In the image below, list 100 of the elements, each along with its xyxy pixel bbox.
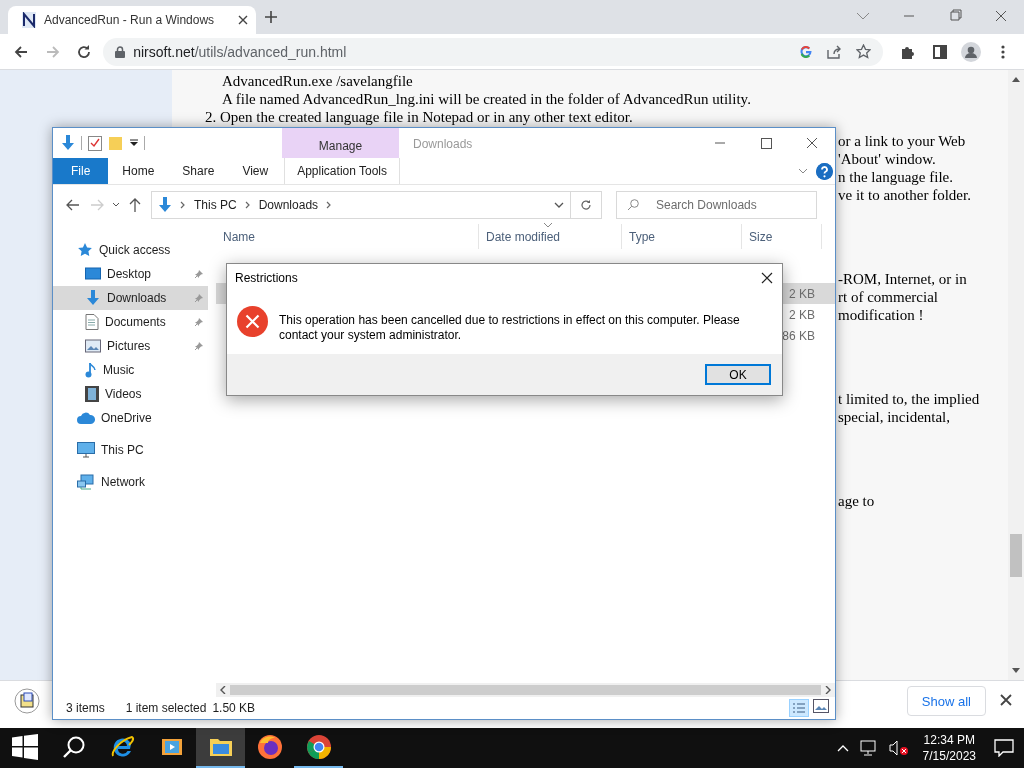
breadcrumb-item[interactable]: This PC <box>194 197 237 212</box>
nav-item[interactable]: Downloads <box>53 286 208 310</box>
caret-icon[interactable] <box>112 201 120 208</box>
download-icon <box>158 196 172 213</box>
status-text: 3 items <box>66 701 105 715</box>
address-bar[interactable]: nirsoft.net/utils/advanced_run.html <box>103 37 884 66</box>
page-text: special, incidental, <box>838 408 952 426</box>
pin-icon[interactable] <box>194 317 204 327</box>
picture-icon <box>85 339 101 353</box>
scroll-thumb[interactable] <box>230 685 821 695</box>
status-text: 1 item selected <box>125 701 207 715</box>
chevron-down-icon[interactable] <box>798 168 808 174</box>
computer-icon <box>77 442 95 458</box>
firefox-icon[interactable] <box>256 734 283 760</box>
page-text: age to <box>838 492 876 510</box>
scroll-thumb[interactable] <box>1010 534 1022 577</box>
chevron-icon <box>179 200 187 209</box>
column-header[interactable]: Name <box>216 224 479 249</box>
nav-item[interactable]: Documents <box>53 310 208 334</box>
folder-icon[interactable] <box>208 736 233 758</box>
context-group-label: Manage <box>282 128 399 158</box>
page-text: A file named AdvancedRun_lng.ini will be created in the folder of AdvancedRun utility. <box>222 90 752 108</box>
page-text: or a link to your Web <box>838 132 967 150</box>
ribbon-tab[interactable]: View <box>228 158 283 184</box>
cloud-icon <box>77 412 95 424</box>
size-cell-text: 86 KB <box>781 328 816 343</box>
nav-item[interactable]: Desktop <box>53 262 208 286</box>
page-text: n the language file. <box>838 168 954 186</box>
error-icon <box>237 306 268 337</box>
ribbon-tab[interactable]: Home <box>108 158 169 184</box>
close-icon[interactable] <box>761 272 773 284</box>
chevron-up-icon[interactable] <box>836 744 849 752</box>
nav-item[interactable]: Pictures <box>53 334 208 358</box>
arrow-left-icon[interactable] <box>220 686 226 694</box>
arrow-right-icon[interactable] <box>825 686 831 694</box>
arrow-up-icon[interactable] <box>1012 76 1020 82</box>
nav-item[interactable]: Music <box>53 358 208 382</box>
chevron-down-icon[interactable] <box>554 201 564 208</box>
pin-icon[interactable] <box>194 269 204 279</box>
size-cell-text: 2 KB <box>788 286 816 301</box>
search-icon[interactable] <box>61 735 86 759</box>
page-text: rt of commercial <box>838 288 939 306</box>
page-text: ve it to another folder. <box>838 186 972 204</box>
sort-caret-icon <box>543 222 553 228</box>
nav-item[interactable]: OneDrive <box>53 406 216 430</box>
close-icon[interactable] <box>1000 694 1012 706</box>
column-header[interactable]: Type <box>622 224 742 249</box>
close-icon[interactable] <box>238 15 248 25</box>
error-message: This operation has been cancelled due to restrictions in effect on this computer. Please contact your system administrator. <box>279 312 741 343</box>
nav-item[interactable]: This PC <box>53 438 216 462</box>
tab-title: AdvancedRun - Run a Windows <box>44 13 216 27</box>
star-icon[interactable] <box>856 44 872 59</box>
ribbon-tab[interactable]: File <box>53 158 109 184</box>
volume-muted-icon[interactable] <box>888 740 909 756</box>
notification-icon[interactable] <box>994 739 1014 757</box>
dialog-title: Restrictions <box>235 271 298 285</box>
windows-icon[interactable] <box>11 734 38 760</box>
scrollbar[interactable] <box>1008 70 1024 680</box>
breadcrumb-item[interactable]: Downloads <box>258 197 319 212</box>
download-icon[interactable] <box>61 135 75 151</box>
clock[interactable]: 12:34 PM 7/15/2023 <box>922 732 976 764</box>
arrow-down-icon[interactable] <box>1012 668 1020 674</box>
address-field[interactable]: This PC Downloads <box>151 190 571 219</box>
size-cell-text: 2 KB <box>788 307 816 322</box>
refresh-button[interactable] <box>571 190 602 219</box>
column-header[interactable]: Size <box>742 224 822 249</box>
star-icon <box>77 242 93 258</box>
favicon-icon <box>22 12 36 28</box>
pin-icon[interactable] <box>194 341 204 351</box>
nav-item[interactable]: Videos <box>53 382 208 406</box>
url-text: nirsoft.net/utils/advanced_run.html <box>133 43 347 60</box>
lock-icon <box>115 45 126 58</box>
ok-button[interactable]: OK <box>705 364 771 385</box>
dropdown-icon[interactable] <box>130 139 138 147</box>
chrome-icon[interactable] <box>305 734 332 760</box>
search-field[interactable]: Search Downloads <box>616 190 817 219</box>
share-icon[interactable] <box>827 44 843 59</box>
ribbon-tab[interactable]: Share <box>168 158 229 184</box>
large-icons-view-icon[interactable] <box>813 699 829 713</box>
download-icon <box>85 290 101 306</box>
up-icon[interactable] <box>129 197 141 212</box>
help-icon[interactable] <box>816 162 833 180</box>
music-note-icon <box>85 362 97 378</box>
archive-icon[interactable] <box>14 688 40 714</box>
nav-item[interactable]: Network <box>53 470 216 494</box>
network-icon[interactable] <box>858 740 879 756</box>
properties-icon[interactable] <box>88 135 102 151</box>
page-text: AdvancedRun.exe /savelangfile <box>222 72 414 90</box>
horizontal-scrollbar[interactable] <box>216 683 835 697</box>
page-text: t limited to, the implied <box>838 390 980 408</box>
column-header[interactable]: Date modified <box>479 224 622 249</box>
ribbon-tab[interactable]: Application Tools <box>284 158 401 184</box>
nav-item[interactable]: Quick access <box>53 238 216 262</box>
back-icon[interactable] <box>66 198 80 211</box>
google-icon[interactable] <box>799 44 814 59</box>
show-all-button[interactable]: Show all <box>906 686 986 716</box>
new-tab-icon[interactable] <box>264 10 278 24</box>
status-text: 1.50 KB <box>212 701 256 715</box>
page-text: modification ! <box>838 306 925 324</box>
browser-tab[interactable]: AdvancedRun - Run a Windows <box>8 6 256 34</box>
